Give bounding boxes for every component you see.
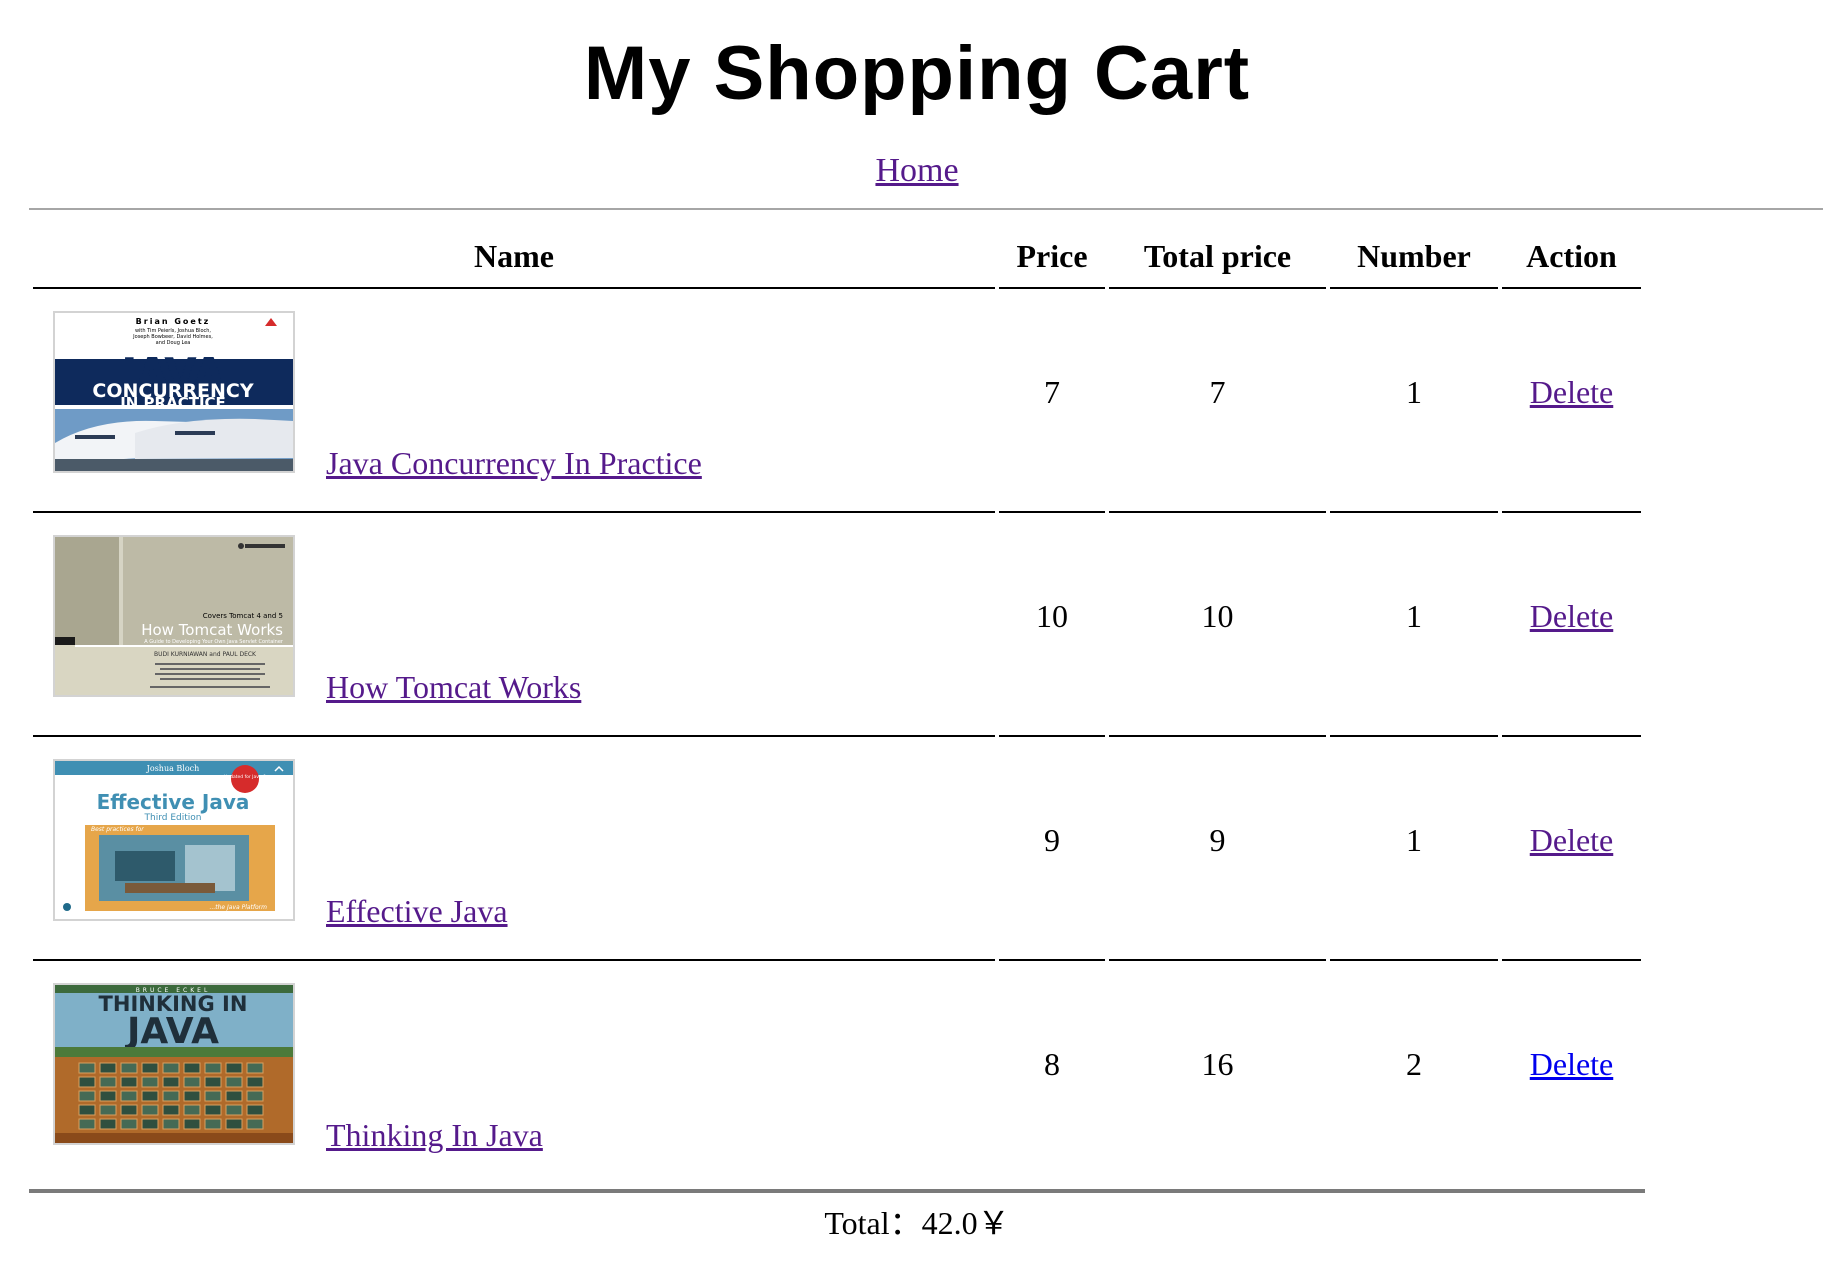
- cell-border: [1330, 287, 1498, 289]
- svg-text:JAVA: JAVA: [124, 1011, 219, 1052]
- total-price-cell: 16: [1201, 1046, 1234, 1082]
- svg-text:A Guide to Developing Your Own: A Guide to Developing Your Own Java Serv…: [144, 639, 284, 645]
- number-cell: 1: [1406, 598, 1422, 634]
- svg-text:Updated for Java 9: Updated for Java 9: [224, 774, 266, 780]
- cart-total: Total：42.0￥: [824, 1205, 1010, 1241]
- how-tomcat-works-cover: Covers Tomcat 4 and 5 How Tomcat Works A…: [53, 535, 295, 697]
- price-cell: 7: [1044, 374, 1060, 410]
- cell-border: [33, 287, 995, 289]
- page-title: My Shopping Cart: [583, 31, 1251, 116]
- delete-button[interactable]: Delete: [1530, 1046, 1614, 1082]
- svg-text:Covers Tomcat 4 and 5: Covers Tomcat 4 and 5: [203, 612, 283, 620]
- svg-text:How Tomcat Works: How Tomcat Works: [141, 621, 283, 639]
- price-cell: 8: [1044, 1046, 1060, 1082]
- product-link[interactable]: Java Concurrency In Practice: [326, 445, 702, 482]
- svg-text:Effective Java: Effective Java: [97, 790, 250, 814]
- cell-border: [1109, 287, 1326, 289]
- cell-border: [33, 959, 995, 961]
- action-cell: Delete: [1502, 1046, 1641, 1083]
- svg-text:and Doug Lea: and Doug Lea: [156, 340, 191, 346]
- delete-button[interactable]: Delete: [1530, 598, 1614, 634]
- svg-text:BUDI KURNIAWAN and PAUL DECK: BUDI KURNIAWAN and PAUL DECK: [154, 651, 257, 658]
- number-cell: 1: [1406, 822, 1422, 858]
- svg-text:...the Java Platform: ...the Java Platform: [210, 904, 268, 911]
- cell-border: [33, 735, 995, 737]
- header-name: Name: [474, 238, 554, 274]
- cell-border: [1502, 511, 1641, 513]
- cell-border: [1502, 959, 1641, 961]
- svg-text:Joshua Bloch: Joshua Bloch: [146, 764, 200, 773]
- product-link[interactable]: Effective Java: [326, 893, 508, 930]
- java-concurrency-cover: Brian Goetz with Tim Peierls, Joshua Blo…: [53, 311, 295, 473]
- action-cell: Delete: [1502, 374, 1641, 411]
- top-divider: [29, 208, 1823, 210]
- cell-border: [999, 287, 1105, 289]
- cell-border: [1109, 959, 1326, 961]
- price-cell: 9: [1044, 822, 1060, 858]
- cell-border: [1330, 511, 1498, 513]
- cell-border: [1109, 511, 1326, 513]
- header-total-price: Total price: [1143, 238, 1292, 274]
- bottom-divider: [29, 1189, 1645, 1193]
- price-cell: 10: [1036, 598, 1068, 634]
- total-price-cell: 9: [1209, 822, 1226, 858]
- cell-border: [999, 735, 1105, 737]
- total-price-cell: 10: [1201, 598, 1234, 634]
- thinking-in-java-cover: BRUCE ECKEL THINKING IN JAVA: [53, 983, 295, 1145]
- total-price-cell: 7: [1209, 374, 1226, 410]
- delete-button[interactable]: Delete: [1530, 822, 1614, 858]
- svg-text:Third Edition: Third Edition: [144, 813, 202, 823]
- cell-border: [1109, 735, 1326, 737]
- cell-border: [1330, 735, 1498, 737]
- effective-java-cover: Joshua Bloch Updated for Java 9 Effectiv…: [53, 759, 295, 921]
- action-cell: Delete: [1502, 598, 1641, 635]
- cover-author: Brian Goetz: [136, 317, 211, 326]
- cell-border: [1502, 287, 1641, 289]
- product-link[interactable]: Thinking In Java: [326, 1117, 543, 1154]
- header-action: Action: [1526, 238, 1617, 274]
- cell-border: [1330, 959, 1498, 961]
- delete-button[interactable]: Delete: [1530, 374, 1614, 410]
- number-cell: 2: [1406, 1046, 1422, 1082]
- product-link[interactable]: How Tomcat Works: [326, 669, 581, 706]
- header-number: Number: [1357, 238, 1471, 274]
- nav: Home: [0, 152, 1834, 190]
- number-cell: 1: [1406, 374, 1422, 410]
- cell-border: [33, 511, 995, 513]
- cell-border: [1502, 735, 1641, 737]
- cell-border: [999, 511, 1105, 513]
- home-link[interactable]: Home: [875, 152, 958, 189]
- svg-text:Best practices for: Best practices for: [91, 826, 144, 833]
- header-price: Price: [1016, 238, 1088, 274]
- action-cell: Delete: [1502, 822, 1641, 859]
- cell-border: [999, 959, 1105, 961]
